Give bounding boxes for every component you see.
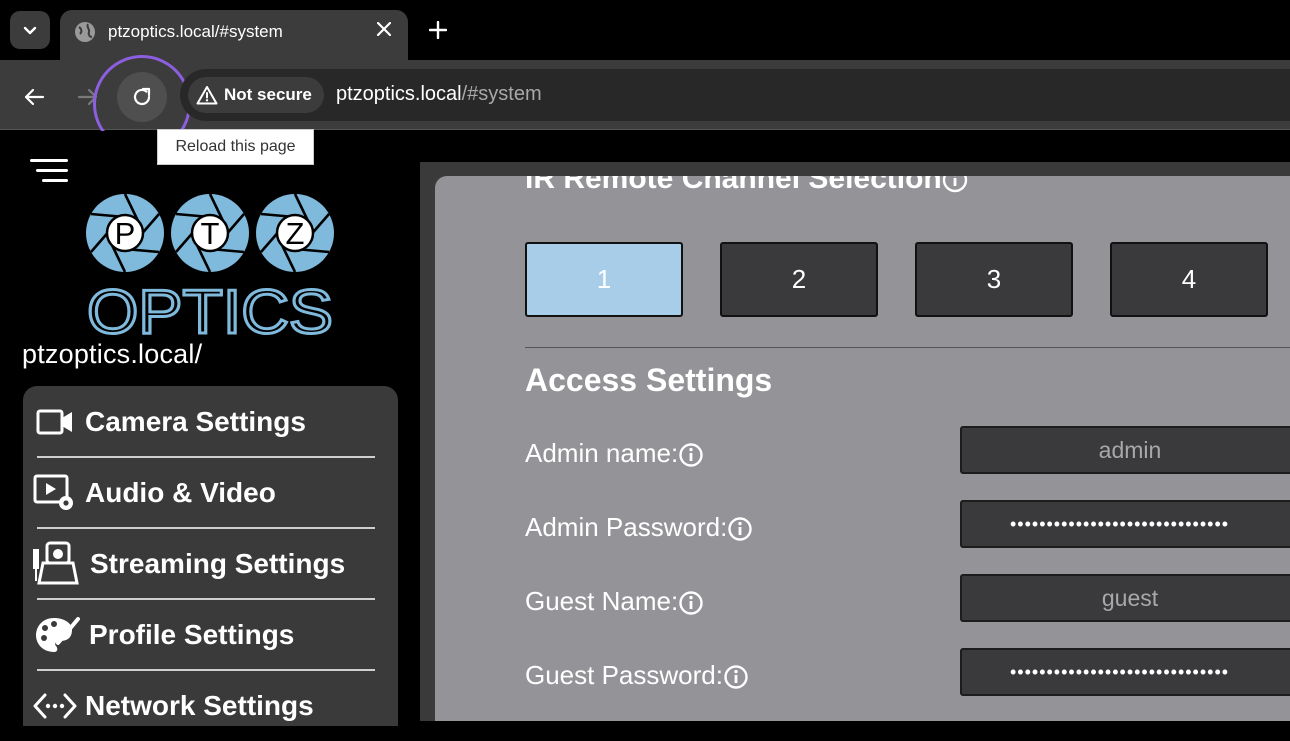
back-button[interactable] <box>14 77 54 117</box>
guest-password-label: Guest Password: <box>525 660 749 691</box>
menu-label: Audio & Video <box>85 477 276 509</box>
menu-line <box>42 179 68 182</box>
logo-letter-t: T <box>201 216 220 251</box>
close-icon <box>377 22 391 36</box>
guest-password-input[interactable] <box>960 648 1290 696</box>
info-icon[interactable] <box>727 516 753 542</box>
logo-letter-z: Z <box>286 216 305 251</box>
admin-name-label: Admin name: <box>525 438 704 469</box>
chevron-down-icon <box>22 22 38 38</box>
tab-strip: ptzoptics.local/#system <box>0 0 1290 60</box>
menu-toggle-button[interactable] <box>30 159 68 189</box>
url-path: /#system <box>462 83 542 105</box>
info-icon[interactable] <box>723 664 749 690</box>
ir-heading-text: IR Remote Channel Selection <box>525 176 942 195</box>
field-label-text: Guest Name: <box>525 586 678 616</box>
channel-2-button[interactable]: 2 <box>720 242 878 317</box>
arrow-left-icon <box>23 86 45 108</box>
info-icon[interactable] <box>678 442 704 468</box>
menu-item-streaming-settings[interactable]: Streaming Settings <box>23 528 398 599</box>
close-tab-button[interactable] <box>374 19 394 39</box>
field-label-text: Admin Password: <box>525 512 727 542</box>
menu-label: Network Settings <box>85 690 314 722</box>
video-camera-icon <box>33 400 77 444</box>
admin-password-input[interactable] <box>960 500 1290 548</box>
globe-icon <box>74 21 96 43</box>
section-divider <box>525 347 1290 348</box>
new-tab-button[interactable] <box>424 16 452 44</box>
plus-icon <box>429 21 447 39</box>
menu-label: Streaming Settings <box>90 548 345 580</box>
security-indicator[interactable]: Not secure <box>188 77 324 113</box>
ptz-camera-icon <box>29 542 81 586</box>
settings-menu: Camera Settings Audio & Video <box>23 386 398 726</box>
tab-title: ptzoptics.local/#system <box>108 22 283 42</box>
menu-label: Profile Settings <box>89 619 294 651</box>
guest-name-label: Guest Name: <box>525 586 704 617</box>
logo-letter-p: P <box>115 216 136 251</box>
menu-line <box>36 169 68 172</box>
admin-name-input[interactable] <box>960 426 1290 474</box>
channel-1-button[interactable]: 1 <box>525 242 683 317</box>
sidebar: P T Z OPTICS ptzoptics.local/ Camera Set… <box>0 131 420 721</box>
address-bar[interactable]: Not secure ptzoptics.local/#system <box>180 69 1290 121</box>
info-icon[interactable] <box>678 590 704 616</box>
menu-item-profile-settings[interactable]: Profile Settings <box>23 599 398 670</box>
menu-line <box>30 159 68 162</box>
menu-item-network-settings[interactable]: Network Settings <box>23 670 398 741</box>
url-host: ptzoptics.local <box>336 83 462 105</box>
logo-wordmark: OPTICS <box>87 278 333 338</box>
url-text[interactable]: ptzoptics.local/#system <box>336 83 542 106</box>
menu-item-audio-video[interactable]: Audio & Video <box>23 457 398 528</box>
video-settings-icon <box>33 471 77 515</box>
host-label: ptzoptics.local/ <box>22 339 202 370</box>
menu-item-camera-settings[interactable]: Camera Settings <box>23 386 398 457</box>
access-heading: Access Settings <box>525 362 772 399</box>
reload-tooltip: Reload this page <box>157 129 314 165</box>
menu-label: Camera Settings <box>85 406 306 438</box>
guest-name-input[interactable] <box>960 574 1290 622</box>
field-label-text: Guest Password: <box>525 660 723 690</box>
field-label-text: Admin name: <box>525 438 678 468</box>
ir-heading: IR Remote Channel Selection <box>525 176 968 196</box>
palette-icon <box>33 613 81 657</box>
tab-search-button[interactable] <box>10 11 50 49</box>
browser-toolbar: Not secure ptzoptics.local/#system <box>0 60 1290 130</box>
browser-tab[interactable]: ptzoptics.local/#system <box>60 10 408 60</box>
info-icon[interactable] <box>942 176 968 193</box>
ptzoptics-logo: P T Z OPTICS <box>82 193 338 338</box>
channel-3-button[interactable]: 3 <box>915 242 1073 317</box>
settings-panel: IR Remote Channel Selection 1 2 3 4 Acce… <box>435 176 1290 721</box>
channel-4-button[interactable]: 4 <box>1110 242 1268 317</box>
admin-password-label: Admin Password: <box>525 512 753 543</box>
security-label: Not secure <box>224 85 312 105</box>
warning-icon <box>196 85 218 105</box>
